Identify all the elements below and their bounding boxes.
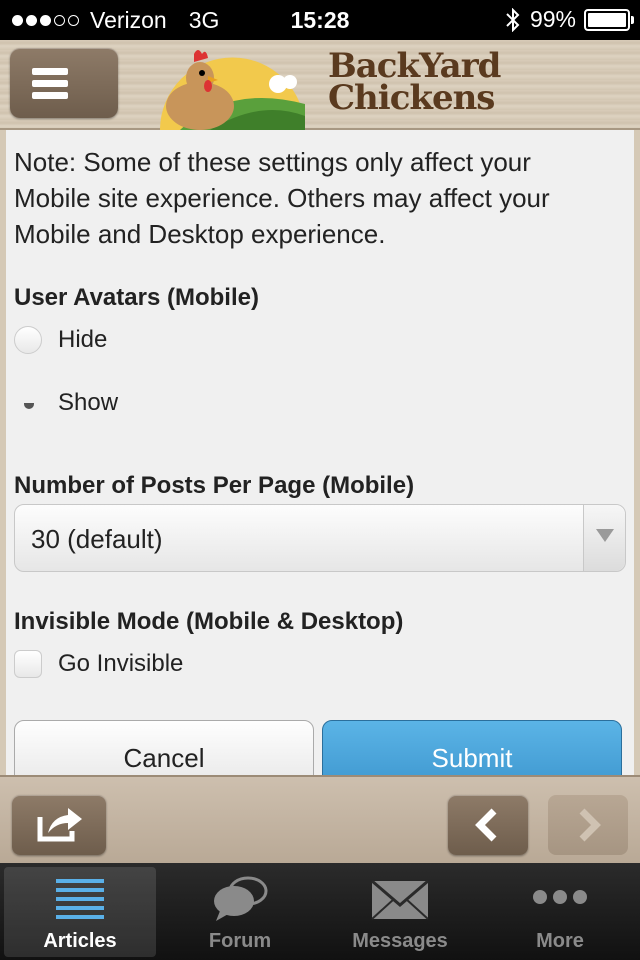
go-invisible-checkbox[interactable] <box>14 650 42 678</box>
chicken-logo-icon <box>160 50 305 130</box>
avatars-section-title: User Avatars (Mobile) <box>14 284 259 311</box>
settings-form: Note: Some of these settings only affect… <box>0 130 640 775</box>
radio-hide[interactable] <box>14 326 42 354</box>
browser-toolbar <box>0 775 640 863</box>
posts-per-page-select[interactable]: 30 (default) <box>14 504 626 572</box>
submit-button[interactable]: Submit <box>322 720 622 775</box>
battery-icon <box>584 8 634 31</box>
speech-bubbles-icon <box>214 876 268 921</box>
forward-button[interactable] <box>548 795 628 855</box>
battery-percent: 99% <box>529 6 576 32</box>
avatar-option-hide[interactable]: Hide <box>14 326 107 354</box>
avatar-option-show[interactable]: Show <box>14 389 118 417</box>
envelope-icon <box>371 879 429 920</box>
back-button[interactable] <box>448 795 528 855</box>
cancel-button[interactable]: Cancel <box>14 720 314 775</box>
bluetooth-icon <box>506 7 520 32</box>
chevron-right-icon <box>579 808 601 842</box>
radio-show[interactable] <box>14 389 42 417</box>
chevron-down-icon <box>583 505 625 571</box>
site-header: BackYard Chickens <box>0 40 640 130</box>
tab-messages[interactable]: Messages <box>324 867 476 957</box>
tab-more[interactable]: More <box>484 867 636 957</box>
settings-note: Note: Some of these settings only affect… <box>14 147 550 249</box>
more-dots-icon <box>533 890 587 904</box>
share-button[interactable] <box>12 795 106 855</box>
list-icon <box>56 879 104 919</box>
status-bar: Verizon 3G 15:28 99% <box>0 0 640 40</box>
site-logo-text: BackYard Chickens <box>328 46 501 118</box>
menu-button[interactable] <box>10 48 118 118</box>
tab-forum[interactable]: Forum <box>164 867 316 957</box>
go-invisible-option[interactable]: Go Invisible <box>14 650 183 678</box>
posts-section-title: Number of Posts Per Page (Mobile) <box>14 472 415 499</box>
share-icon <box>37 808 82 842</box>
tab-articles[interactable]: Articles <box>4 867 156 957</box>
chevron-left-icon <box>475 808 497 842</box>
tab-bar: Articles Forum Messages More <box>0 863 640 960</box>
invisible-section-title: Invisible Mode (Mobile & Desktop) <box>14 608 404 635</box>
